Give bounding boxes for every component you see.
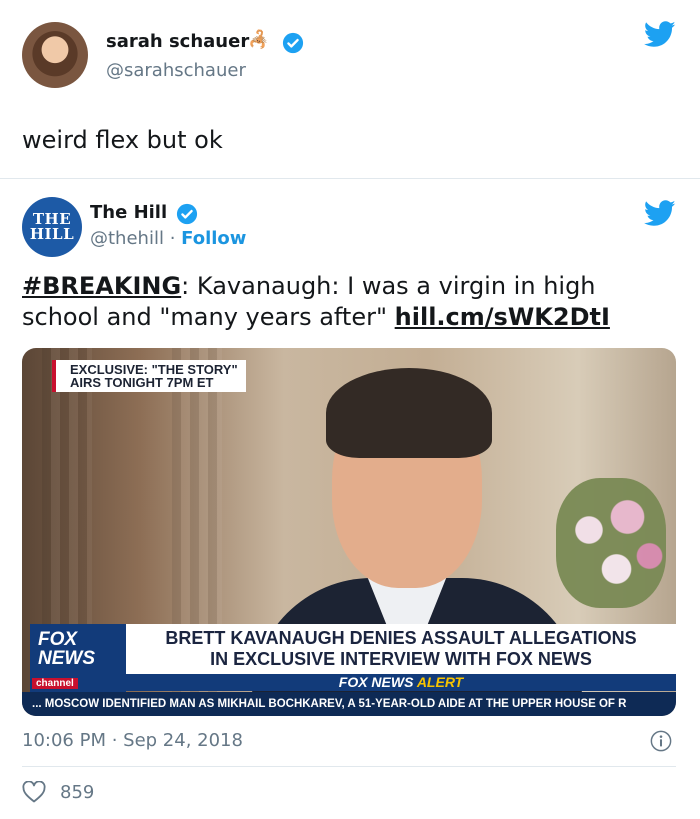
follow-button[interactable]: Follow — [181, 228, 246, 249]
handle-row: @thehill · Follow — [90, 228, 246, 249]
avatar[interactable] — [22, 22, 88, 88]
fox-channel-label: channel — [32, 678, 78, 689]
tweet-media-image[interactable]: EXCLUSIVE: "THE STORY" AIRS TONIGHT 7PM … — [22, 348, 676, 716]
separator: · — [169, 228, 176, 249]
avatar-text-line2: HILL — [29, 225, 75, 243]
tweet-text: weird flex but ok — [22, 126, 223, 154]
hashtag-link[interactable]: #BREAKING — [22, 272, 181, 300]
handle[interactable]: @sarahschauer — [106, 60, 246, 81]
like-count: 859 — [60, 781, 95, 803]
twitter-bird-icon[interactable] — [644, 21, 676, 48]
fox-logo-line2: NEWS — [38, 648, 95, 669]
url-link[interactable]: hill.cm/sWK2DtI — [395, 303, 610, 331]
like-action[interactable]: 859 — [22, 781, 94, 803]
news-ticker: ... MOSCOW IDENTIFIED MAN AS MIKHAIL BOC… — [22, 692, 676, 716]
alert-brand: FOX NEWS — [338, 674, 414, 690]
news-alert-bar: FOX NEWS ALERT — [126, 674, 676, 691]
divider — [22, 766, 676, 767]
twitter-bird-icon[interactable] — [644, 200, 676, 227]
exclusive-line2: AIRS TONIGHT 7PM ET — [70, 375, 214, 390]
verified-badge-icon — [282, 32, 304, 54]
news-headline: BRETT KAVANAUGH DENIES ASSAULT ALLEGATIO… — [126, 624, 676, 674]
display-name[interactable]: sarah schauer — [106, 31, 249, 52]
alert-word: ALERT — [416, 674, 464, 690]
headline-line1: BRETT KAVANAUGH DENIES ASSAULT ALLEGATIO… — [165, 628, 637, 648]
flower-arrangement — [556, 478, 666, 608]
fox-logo-line1: FOX — [38, 629, 78, 650]
tweet-timestamp[interactable]: 10:06 PM · Sep 24, 2018 — [22, 730, 243, 751]
info-icon[interactable] — [650, 730, 672, 752]
avatar[interactable]: THE HILL — [22, 197, 82, 257]
verified-badge-icon — [176, 203, 198, 225]
divider — [0, 178, 700, 179]
heart-icon[interactable] — [22, 781, 46, 803]
person-hair — [326, 368, 492, 458]
handle[interactable]: @thehill — [90, 228, 164, 249]
headline-line2: IN EXCLUSIVE INTERVIEW WITH FOX NEWS — [210, 649, 592, 669]
scorpion-emoji-icon: 🦂 — [248, 30, 270, 50]
exclusive-banner: EXCLUSIVE: "THE STORY" AIRS TONIGHT 7PM … — [52, 360, 246, 392]
display-name[interactable]: The Hill — [90, 202, 167, 223]
tweet-text: #BREAKING: Kavanaugh: I was a virgin in … — [22, 271, 672, 333]
